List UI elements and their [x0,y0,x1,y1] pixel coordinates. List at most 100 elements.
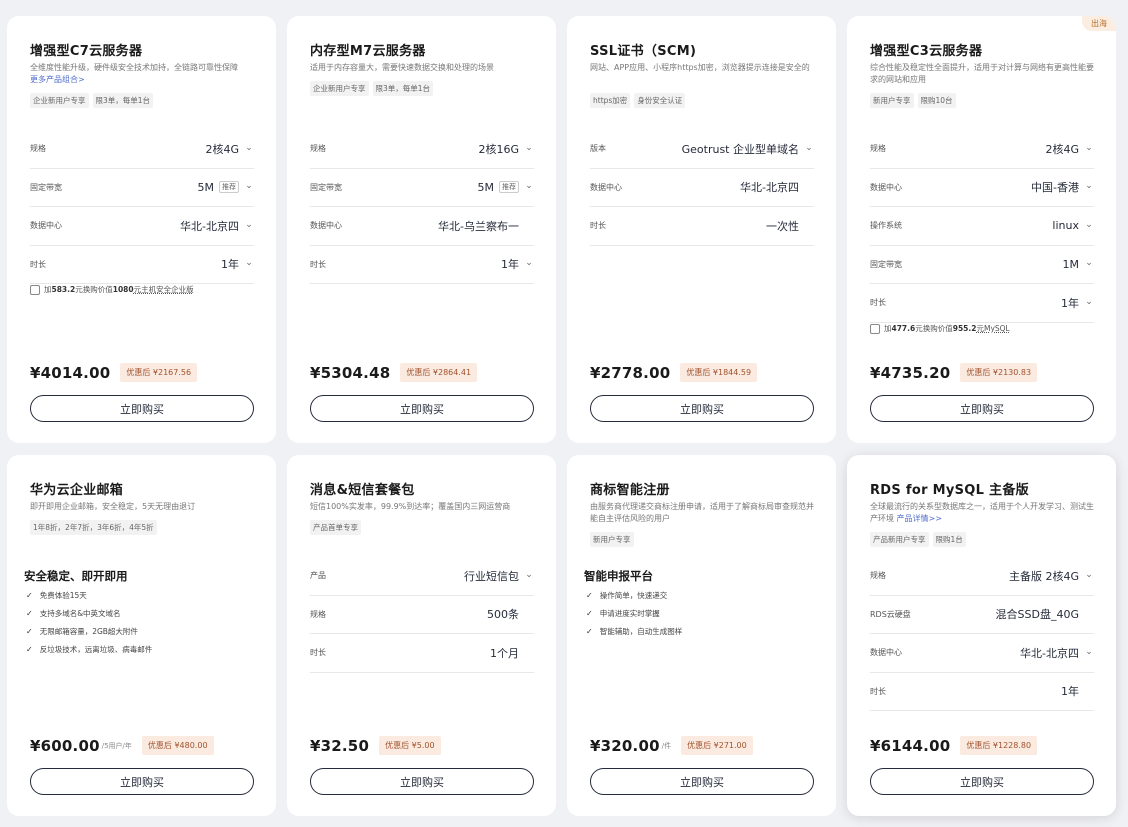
feature-list: ✓ 免费体验15天 ✓ 支持多域名&中英文域名 ✓ 无限邮箱容量，2GB超大附件 ✓ 反… [26,586,152,658]
os-select[interactable]: linux [1052,219,1079,232]
discount-badge: 优惠后 ¥2130.83 [960,363,1038,382]
bandwidth-select[interactable]: 5M [198,181,215,194]
tag: 限3单，每单1台 [92,93,154,108]
region-select[interactable]: 华北-北京四 [1020,645,1079,661]
region-row[interactable]: 数据中心 华北-北京四 ⌄ [30,207,254,246]
buy-now-button[interactable]: 立即购买 [310,768,534,795]
chevron-down-icon[interactable]: ⌄ [524,143,534,153]
chevron-down-icon[interactable]: ⌄ [244,181,254,191]
feature-item: ✓ 无限邮箱容量，2GB超大附件 [26,626,138,636]
duration-select[interactable]: 1年 [221,256,239,272]
region-row[interactable]: 数据中心 中国-香港 ⌄ [870,169,1094,207]
spec-row[interactable]: 规格 主备版 2核4G ⌄ [870,557,1094,596]
product-row[interactable]: 产品 行业短信包 ⌄ [310,557,534,596]
tag-list: https加密 身份安全认证 [590,93,686,108]
buy-now-button[interactable]: 立即购买 [30,768,254,795]
tag: 限购1台 [932,532,966,547]
row-label: 数据中心 [30,221,62,231]
chevron-down-icon[interactable]: ⌄ [244,143,254,153]
row-label: 固定带宽 [870,259,902,269]
spec-select[interactable]: 2核4G [1045,141,1079,157]
chevron-down-icon[interactable]: ⌄ [1084,143,1094,153]
duration-row[interactable]: 时长 1年 ⌄ [310,246,534,284]
bandwidth-row[interactable]: 固定带宽 5M 推荐 ⌄ [30,169,254,207]
buy-now-button[interactable]: 立即购买 [590,395,814,422]
addon-checkbox[interactable] [870,323,880,334]
spec-row[interactable]: 规格 2核4G ⌄ [870,130,1094,169]
chevron-down-icon[interactable]: ⌄ [244,258,254,268]
duration-row: 时长1年⌄ [870,673,1094,711]
buy-now-button[interactable]: 立即购买 [30,395,254,422]
bandwidth-select[interactable]: 5M [478,181,495,194]
tag: 产品新用户专享 [870,532,929,547]
discount-badge: 优惠后 ¥2864.41 [400,363,478,382]
product-card-rds: RDS for MySQL 主备版 全球最流行的关系型数据库之一，适用于个人开发… [847,455,1116,816]
tag-list: 产品首单专享 [310,520,361,535]
addon-offer[interactable]: 加583.2元换购价值1080元主机安全企业版 [30,284,194,295]
tag-list: 1年8折，2年7折，3年6折，4年5折 [30,520,157,535]
region-row[interactable]: 数据中心 华北-北京四 ⌄ [870,634,1094,673]
region-select[interactable]: 中国-香港 [1031,179,1079,195]
feature-item: ✓ 免费体验15天 [26,590,87,600]
product-select[interactable]: 行业短信包 [464,568,519,584]
spec-row[interactable]: 规格 2核16G ⌄ [310,130,534,169]
chevron-down-icon[interactable]: ⌄ [1084,297,1094,307]
price-unit: /5用户/年 [101,741,132,750]
tag-list: 产品新用户专享 限购1台 [870,532,966,547]
os-row[interactable]: 操作系统 linux ⌄ [870,207,1094,246]
spec-select[interactable]: 2核16G [478,141,519,157]
edition-select[interactable]: Geotrust 企业型单域名 [682,141,799,157]
config-rows: 规格 2核16G ⌄ 固定带宽 5M 推荐 ⌄ 数据中心 华北-乌兰察布一 ⌄ 时长 1年 ⌄ [310,130,534,284]
spec-row: 规格500条⌄ [310,596,534,634]
chevron-down-icon[interactable]: ⌄ [524,258,534,268]
chevron-down-icon[interactable]: ⌄ [1084,181,1094,191]
price: ¥6144.00 [870,736,951,755]
check-icon: ✓ [586,590,593,600]
row-label: 时长 [870,298,886,308]
duration-value: 1个月 [490,646,519,660]
duration-select[interactable]: 1年 [501,256,519,272]
config-rows: 规格 主备版 2核4G ⌄ RDS云硬盘 混合SSD盘_40G ⌄ 数据中心 华北-北京四… [870,557,1094,711]
row-label: 数据中心 [310,221,342,231]
more-combos-link[interactable]: 更多产品组合> [30,75,85,84]
addon-checkbox[interactable] [30,284,40,295]
buy-now-button[interactable]: 立即购买 [870,395,1094,422]
card-title: 消息&短信套餐包 [310,483,415,498]
tag: https加密 [590,93,631,108]
edition-row[interactable]: 版本 Geotrust 企业型单域名 ⌄ [590,130,814,169]
buy-now-button[interactable]: 立即购买 [870,768,1094,795]
tag: 企业新用户专享 [30,93,89,108]
duration-row[interactable]: 时长 1年 ⌄ [870,284,1094,323]
chevron-down-icon[interactable]: ⌄ [524,181,534,191]
bandwidth-row[interactable]: 固定带宽 1M ⌄ [870,246,1094,284]
row-label: 数据中心 [870,182,902,192]
check-icon: ✓ [26,590,33,600]
duration-select[interactable]: 1年 [1061,295,1079,311]
chevron-down-icon[interactable]: ⌄ [1084,258,1094,268]
chevron-down-icon[interactable]: ⌄ [1084,570,1094,580]
buy-now-button[interactable]: 立即购买 [590,768,814,795]
spec-row[interactable]: 规格 2核4G ⌄ [30,130,254,169]
chevron-down-icon[interactable]: ⌄ [244,220,254,230]
discount-badge: 优惠后 ¥271.00 [681,736,753,755]
addon-offer[interactable]: 加477.6元换购价值955.2元MySQL [870,323,1010,334]
row-label: 时长 [310,259,326,269]
chevron-down-icon[interactable]: ⌄ [804,143,814,153]
config-rows: 版本Geotrust 企业型单域名⌄ 数据中心华北-北京四⌄ 时长一次性⌄ [590,130,814,246]
spec-select[interactable]: 2核4G [205,141,239,157]
price-line: ¥4735.20 优惠后 ¥2130.83 [870,363,1038,382]
chevron-down-icon[interactable]: ⌄ [1084,647,1094,657]
spec-select[interactable]: 主备版 2核4G [1009,568,1079,584]
chevron-down-icon[interactable]: ⌄ [524,570,534,580]
duration-row[interactable]: 时长 1年 ⌄ [30,246,254,284]
bandwidth-row[interactable]: 固定带宽 5M 推荐 ⌄ [310,169,534,207]
card-description: 由服务商代理递交商标注册申请，适用于了解商标局审查规范并能自主评估风险的用户 [590,502,814,523]
bandwidth-select[interactable]: 1M [1063,258,1080,271]
product-details-link[interactable]: 产品详情>> [897,514,942,523]
region-select[interactable]: 华北-北京四 [180,218,239,234]
discount-badge: 优惠后 ¥5.00 [379,736,441,755]
price: ¥4735.20 [870,363,951,382]
chevron-down-icon[interactable]: ⌄ [1084,220,1094,230]
buy-now-button[interactable]: 立即购买 [310,395,534,422]
tag: 1年8折，2年7折，3年6折，4年5折 [30,520,157,535]
